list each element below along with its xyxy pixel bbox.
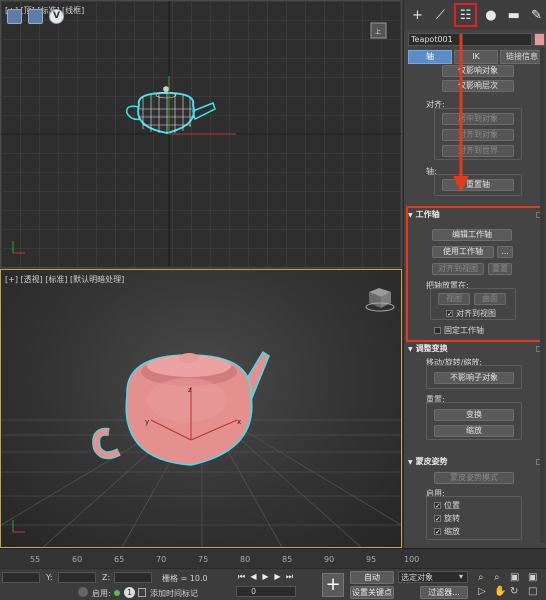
info-icon[interactable]: 1 [124,587,135,598]
timeline-tick-label: 75 [198,555,209,564]
timeline-tick-label: 100 [404,555,420,564]
panel-scrollbar[interactable] [540,48,545,543]
checkbox-checked-icon: ✓ [434,515,441,523]
collapse-arrow-icon: ▼ [408,346,413,353]
reset-scale-button[interactable]: 缩放 [434,425,514,437]
pan-icon[interactable]: ✋ [494,586,506,597]
position-checkbox[interactable]: ✓ 位置 [434,500,460,511]
perspective-viewport-scene: z y x [1,288,401,547]
svg-text:上: 上 [375,28,381,36]
axis-tripod-icon [12,520,25,533]
y-coordinate-field[interactable] [58,572,96,583]
grid-size-label: 栅格 = 10.0 [162,574,208,583]
orbit-icon[interactable]: ↻ [510,586,518,597]
utilities-tab-icon[interactable]: ✎ [527,6,546,25]
timeline-tick-label: 55 [30,555,41,564]
key-filters-button[interactable]: 过滤器... [420,586,468,599]
hierarchy-subtabs: 轴 IK 链接信息 [408,50,544,64]
z-label: Z: [102,573,111,582]
svg-text:y: y [145,418,149,426]
object-color-swatch[interactable] [534,33,545,46]
timeline-tick-label: 60 [72,555,83,564]
adjust-transform-rollout-header[interactable]: ▼ 调整变换 [408,343,544,355]
zoom-extents-icon[interactable]: ▣ [510,572,519,583]
axis-tripod-icon [12,241,25,254]
scale-checkbox[interactable]: ✓ 缩放 [434,526,460,537]
set-key-button[interactable]: 设置关键点 [350,586,394,599]
create-tab-icon[interactable]: + [408,6,427,25]
timeline-tick-label: 80 [240,555,251,564]
display-tab-icon[interactable]: ▬ [504,6,523,25]
set-key-big-icon[interactable]: + [322,573,344,597]
z-coordinate-field[interactable] [114,572,152,583]
playback-controls: ⏮ ◀ ▶ ▶ ⏭ [236,571,295,582]
status-green-dot-icon [114,590,120,596]
perspective-viewport[interactable]: [+] [透视] [标准] [默认明暗处理] z y x [0,269,402,548]
play-icon[interactable]: ▶ [260,571,271,582]
tab-link-info[interactable]: 链接信息 [500,50,544,64]
lock-icon[interactable] [78,587,88,597]
timeline-tick-label: 70 [156,555,167,564]
go-to-start-icon[interactable]: ⏮ [236,571,247,582]
chevron-down-icon: ▾ [459,572,464,581]
skin-pose-mode-button[interactable]: 蒙皮姿势模式 [434,472,514,484]
auto-key-button[interactable]: 自动 [350,571,394,584]
x-coordinate-field[interactable] [2,572,40,583]
zoom-extents-all-icon[interactable]: ▣ [528,572,537,583]
time-tag-icon[interactable] [138,588,146,597]
highlight-box [406,206,544,342]
timeline-tick-label: 90 [324,555,335,564]
previous-frame-icon[interactable]: ◀ [248,571,259,582]
y-label: Y: [46,573,53,582]
zoom-all-icon[interactable]: ⌕ [494,572,500,583]
fov-icon[interactable]: ▷ [478,586,486,597]
motion-tab-icon[interactable]: ● [481,6,500,25]
adjust-transform-title: 调整变换 [415,344,448,353]
command-panel-tabs: + ⟋ ☷ ● ▬ ✎ [404,0,546,30]
go-to-end-icon[interactable]: ⏭ [284,571,295,582]
skin-pose-title: 蒙皮姿势 [415,457,448,466]
teapot-wireframe [126,86,216,135]
add-time-tag-label[interactable]: 添加时间标记 [150,588,198,599]
skin-pose-rollout-header[interactable]: ▼ 蒙皮姿势 [408,456,544,468]
key-filter-dropdown[interactable]: 选定对象 ▾ [398,571,468,583]
view-cube-icon: 上 [370,22,387,39]
hierarchy-tab-icon[interactable]: ☷ [453,3,478,27]
dont-affect-children-button[interactable]: 不影响子对象 [434,372,514,384]
timeline-tick-label: 65 [114,555,125,564]
next-frame-icon[interactable]: ▶ [272,571,283,582]
annotation-arrow [453,34,469,192]
top-viewport-scene: 上 [1,1,401,267]
svg-text:z: z [188,386,192,394]
rotation-checkbox[interactable]: ✓ 旋转 [434,513,460,524]
reset-transform-button[interactable]: 变换 [434,409,514,421]
timeline-tick-label: 85 [282,555,293,564]
checkbox-checked-icon: ✓ [434,502,441,510]
command-panel: + ⟋ ☷ ● ▬ ✎ Teapot001 轴 IK 链接信息 仅影响对象 仅影… [403,0,546,548]
teapot-mesh [92,350,270,466]
top-viewport[interactable]: [+] [顶] [标准] [线框] V 上 [0,0,402,268]
timeline-ruler[interactable]: 55 60 65 70 75 80 85 90 95 100 [0,548,546,568]
collapse-arrow-icon: ▼ [408,459,413,466]
svg-text:x: x [237,418,241,426]
modify-tab-icon[interactable]: ⟋ [431,6,450,25]
checkbox-checked-icon: ✓ [434,528,441,536]
zoom-icon[interactable]: ⌕ [478,572,484,583]
frame-field[interactable]: 0 [236,586,296,597]
enable-label: 启用: [92,589,111,598]
view-cube-icon [365,288,395,312]
timeline-tick-label: 95 [366,555,377,564]
maximize-viewport-icon[interactable]: □ [528,586,537,597]
status-bar: Y: Z: 栅格 = 10.0 启用: 1 添加时间标记 ⏮ ◀ ▶ ▶ ⏭ 0… [0,568,546,600]
